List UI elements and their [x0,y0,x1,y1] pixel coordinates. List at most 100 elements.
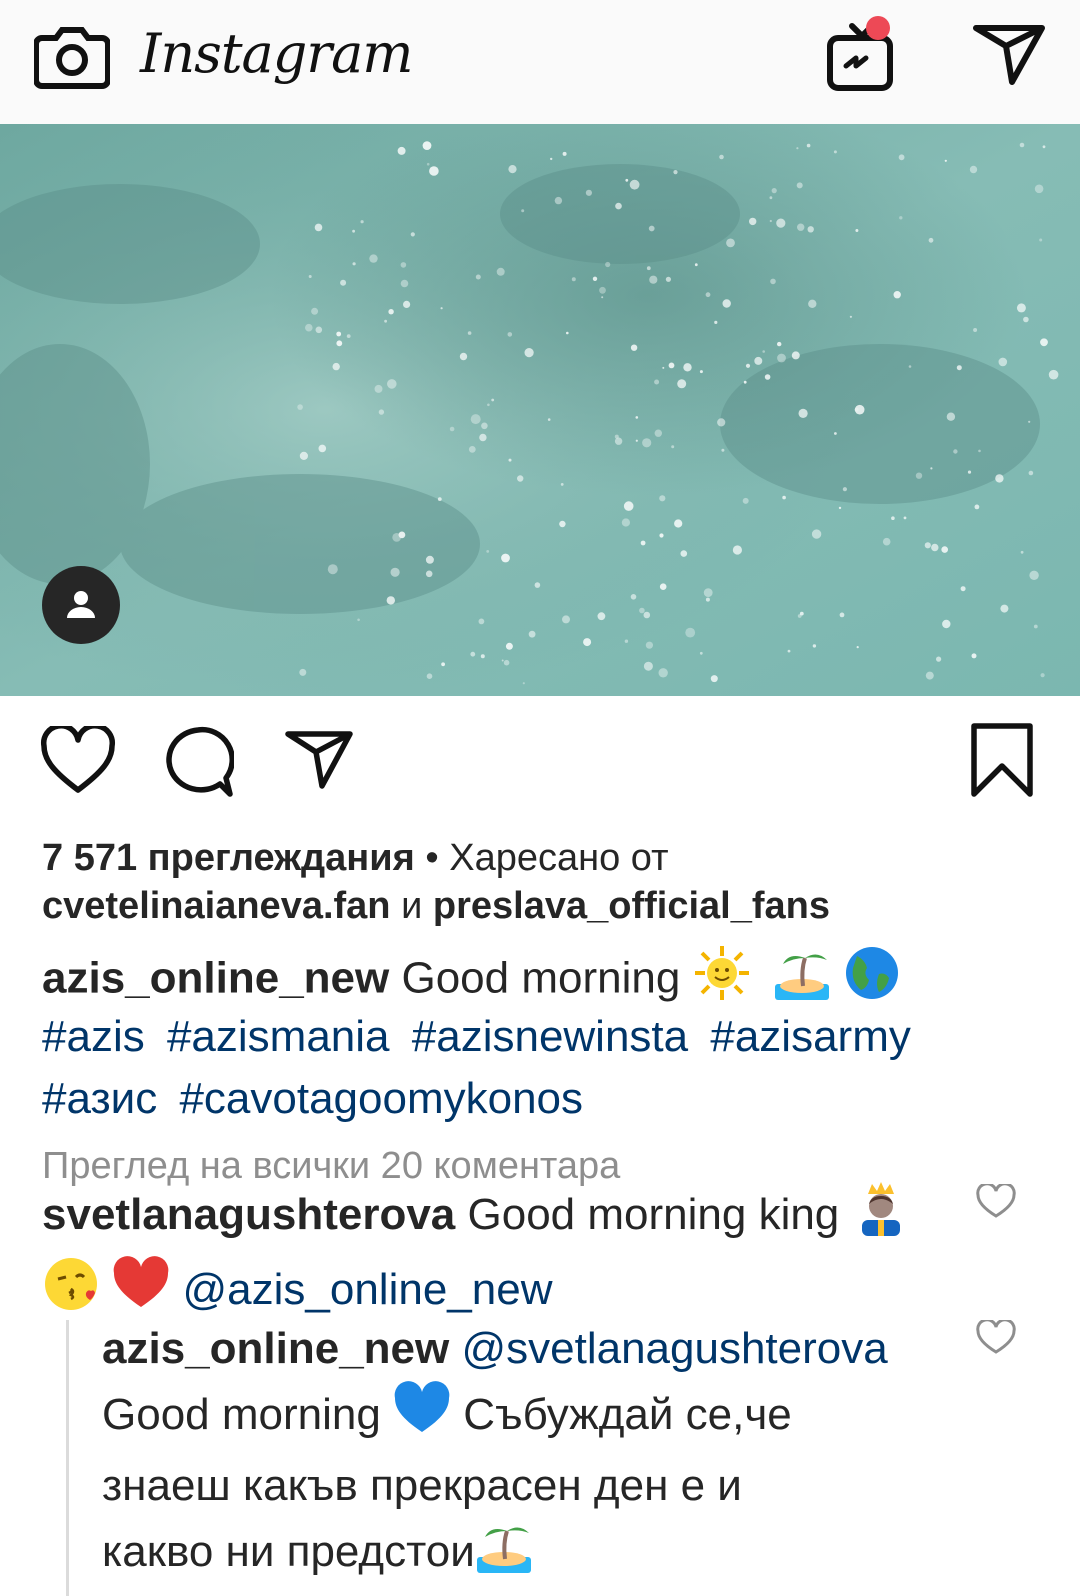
water-sparkle [441,662,445,667]
water-sparkle [796,182,803,189]
comment-username[interactable]: svetlanagushterova [42,1190,455,1239]
tagged-people-button[interactable] [42,566,120,644]
water-sparkle [903,516,907,520]
water-sparkle [550,157,553,161]
reply-comment-item: azis_online_new @svetlanagushterova Good… [102,1318,962,1592]
water-sparkle [732,545,743,555]
water-sparkle [426,162,430,166]
water-sparkle [459,352,468,361]
water-sparkle [425,570,433,578]
water-sparkle [944,159,947,162]
water-sparkle [585,189,593,196]
water-sparkle [764,374,771,380]
water-sparkle [635,416,639,419]
water-sparkle [967,470,972,474]
water-sparkle [336,331,342,337]
blue-heart-emoji [393,1380,451,1455]
water-sparkle [470,414,481,425]
share-send-icon[interactable] [284,728,354,792]
water-sparkle [719,154,724,160]
water-sparkle [398,531,406,539]
water-sparkle [754,356,763,365]
water-sparkle [422,141,432,150]
water-sparkle [496,267,505,276]
liker-username[interactable]: cvetelinaianeva.fan [42,885,391,927]
water-sparkle [630,594,637,600]
water-sparkle [807,226,814,233]
water-sparkle [562,151,567,156]
view-count[interactable]: 7 571 преглеждания [42,837,415,879]
water-sparkle [924,542,931,549]
water-sparkle [562,615,570,624]
water-sparkle [705,292,711,298]
water-sparkle [487,403,490,407]
water-sparkle [360,220,364,224]
water-sparkle [560,483,564,486]
water-sparkle [1029,570,1039,580]
water-sparkle [571,277,576,282]
bookmark-save-icon[interactable] [970,722,1034,798]
water-sparkle [629,179,640,190]
water-sparkle [956,365,962,371]
hashtag-link[interactable]: #azismania [167,1012,390,1061]
post-media[interactable] [0,124,1080,696]
water-sparkle [726,238,735,248]
water-sparkle [640,540,646,546]
likers-line: cvetelinaianeva.fan и preslava_official_… [42,882,830,930]
hashtag-link[interactable]: #azisnewinsta [412,1012,688,1061]
comment-like-heart-icon[interactable] [976,1184,1016,1220]
camera-icon[interactable] [34,20,110,90]
water-sparkle [1020,550,1024,554]
water-sparkle [468,446,476,453]
and-word: и [401,885,423,927]
water-sparkle [1039,238,1043,242]
water-sparkle [524,348,534,358]
igtv-icon[interactable] [826,12,902,92]
water-sparkle [658,668,668,678]
like-heart-icon[interactable] [40,726,116,796]
water-sparkle [854,404,865,415]
reply-thread-line [66,1320,69,1596]
water-sparkle [839,612,845,618]
direct-send-icon[interactable] [972,20,1046,86]
hashtag-link[interactable]: #азис [42,1074,157,1123]
liker-username[interactable]: preslava_official_fans [433,885,830,927]
water-sparkle [507,332,513,337]
comment-bubble-icon[interactable] [162,726,234,798]
water-sparkle [327,564,338,575]
reply-text-part2: Събуждай се,че [463,1390,792,1440]
reply-text-part1: Good morning [102,1390,381,1440]
water-sparkle [386,596,395,605]
water-sparkle [501,553,510,563]
water-sparkle [925,671,934,680]
hashtag-link[interactable]: #azis [42,1012,145,1061]
water-sparkle [1034,184,1044,194]
water-sparkle [777,341,782,347]
water-sparkle [592,276,598,281]
water-sparkle [583,638,592,647]
hashtag-link[interactable]: #azisarmy [710,1012,911,1061]
water-sparkle [978,449,981,453]
water-sparkle [467,331,472,335]
reply-like-heart-icon[interactable] [976,1320,1016,1356]
water-sparkle [635,439,638,442]
water-sparkle [643,611,651,619]
hashtag-list: #azis #azismania #azisnewinsta #azisarmy… [42,1006,1042,1130]
comment-mention[interactable]: @azis_online_new [182,1265,552,1314]
water-sparkle [659,533,664,538]
water-sparkle [410,232,415,237]
water-sparkle [646,266,651,271]
water-sparkle [315,326,323,334]
dot-separator: • [425,837,439,879]
water-sparkle [648,225,655,232]
water-sparkle [762,350,765,353]
reply-mention[interactable]: @svetlanagushterova [461,1324,887,1373]
author-username[interactable]: azis_online_new [42,954,389,1003]
water-sparkle [311,307,319,315]
water-sparkle [797,614,802,618]
water-sparkle [915,472,923,479]
reply-username[interactable]: azis_online_new [102,1324,449,1373]
water-sparkle [374,384,383,393]
water-sparkle [503,659,510,666]
hashtag-link[interactable]: #cavotagoomykonos [179,1074,583,1123]
